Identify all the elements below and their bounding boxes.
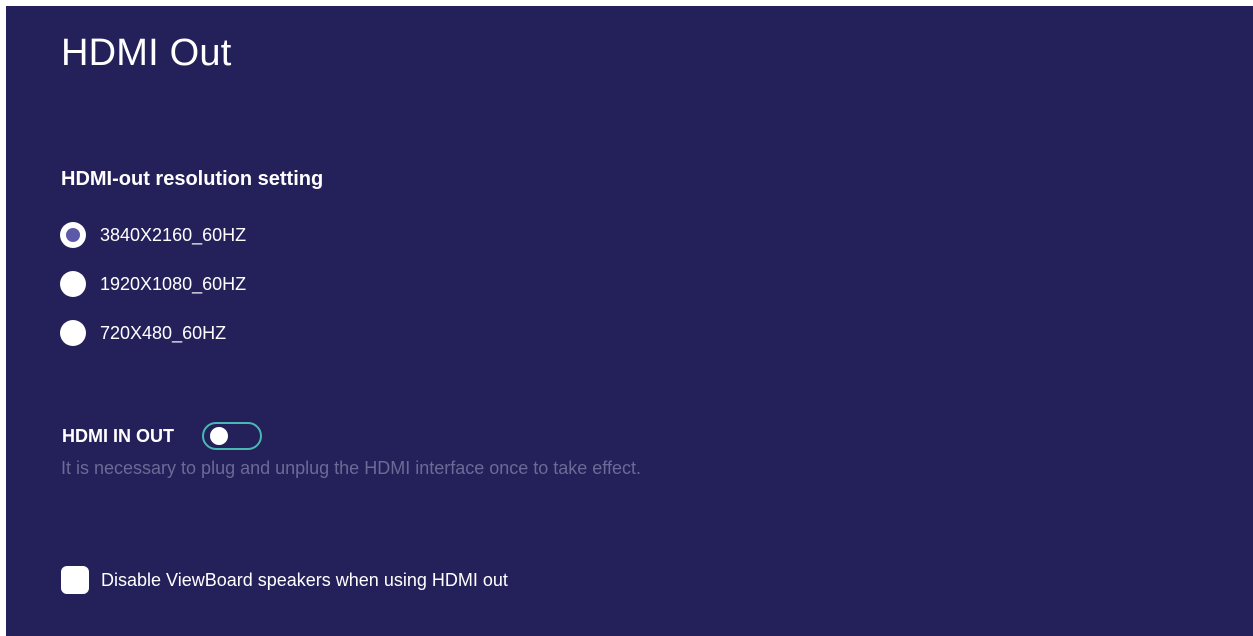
hdmi-in-out-label: HDMI IN OUT <box>62 425 174 446</box>
hdmi-out-settings-panel: HDMI Out HDMI-out resolution setting 384… <box>6 6 1253 636</box>
disable-speakers-label: Disable ViewBoard speakers when using HD… <box>101 569 508 590</box>
hdmi-in-out-row: HDMI IN OUT <box>62 420 262 452</box>
hdmi-in-out-hint: It is necessary to plug and unplug the H… <box>61 458 641 478</box>
toggle-knob <box>210 427 228 445</box>
hdmi-in-out-toggle[interactable] <box>202 422 262 450</box>
resolution-option-3840x2160[interactable]: 3840X2160_60HZ <box>60 220 246 250</box>
resolution-option-720x480[interactable]: 720X480_60HZ <box>60 318 226 348</box>
resolution-option-label: 720X480_60HZ <box>100 322 227 343</box>
radio-button[interactable] <box>60 271 86 297</box>
radio-button[interactable] <box>60 320 86 346</box>
resolution-option-1920x1080[interactable]: 1920X1080_60HZ <box>60 269 246 299</box>
radio-button-selected[interactable] <box>60 222 86 248</box>
resolution-option-label: 3840X2160_60HZ <box>100 224 247 245</box>
disable-speakers-checkbox[interactable] <box>61 566 89 594</box>
page-title: HDMI Out <box>61 32 232 74</box>
disable-speakers-option[interactable]: Disable ViewBoard speakers when using HD… <box>61 565 508 595</box>
resolution-option-label: 1920X1080_60HZ <box>100 273 247 294</box>
resolution-section-heading: HDMI-out resolution setting <box>61 168 324 190</box>
